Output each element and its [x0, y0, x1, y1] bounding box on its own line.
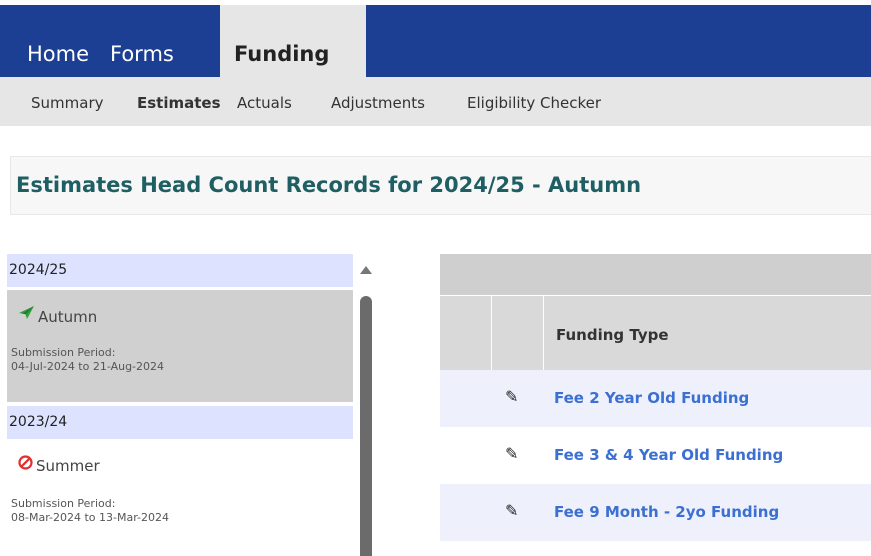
scroll-thumb[interactable]: [360, 296, 372, 556]
year-label: 2024/25: [9, 262, 68, 278]
year-header-2024: 2024/25: [7, 254, 353, 287]
subnav-actuals[interactable]: Actuals: [237, 94, 292, 112]
period-name: Summer: [36, 457, 100, 475]
period-list-scrollbar[interactable]: [357, 254, 375, 556]
submission-period-label: Submission Period:: [11, 497, 116, 510]
period-name: Autumn: [38, 308, 98, 326]
pencil-icon[interactable]: ✎: [505, 387, 518, 406]
year-label: 2023/24: [9, 414, 68, 430]
nav-forms[interactable]: Forms: [110, 42, 174, 66]
table-row: ✎ Fee 9 Month - 2yo Funding: [440, 484, 871, 541]
grid-header-cell: [492, 296, 544, 371]
page-title-bar: Estimates Head Count Records for 2024/25…: [10, 156, 871, 215]
no-entry-icon: [18, 455, 33, 474]
submission-period-label: Submission Period:: [11, 346, 116, 359]
nav-band: [0, 5, 871, 77]
funding-type-link[interactable]: Fee 3 & 4 Year Old Funding: [554, 446, 783, 464]
funding-type-header[interactable]: Funding Type: [556, 326, 669, 344]
top-navigation: Home Forms Funding: [0, 0, 871, 77]
period-item-autumn[interactable]: Autumn Submission Period: 04-Jul-2024 to…: [7, 290, 353, 402]
table-row: ✎ Fee 3 & 4 Year Old Funding: [440, 427, 871, 484]
period-list: 2024/25 Autumn Submission Period: 04-Jul…: [7, 254, 353, 556]
submission-period-dates: 04-Jul-2024 to 21-Aug-2024: [11, 360, 165, 373]
pencil-icon[interactable]: ✎: [505, 444, 518, 463]
grid-header-row: Funding Type: [440, 295, 871, 371]
subnav-eligibility-checker[interactable]: Eligibility Checker: [467, 94, 601, 112]
period-item-summer[interactable]: Summer Submission Period: 08-Mar-2024 to…: [7, 442, 353, 552]
subnav-estimates[interactable]: Estimates: [137, 94, 221, 112]
table-row: ✎ Fee 2 Year Old Funding: [440, 370, 871, 427]
plane-icon: [18, 305, 35, 324]
subnav-adjustments[interactable]: Adjustments: [331, 94, 425, 112]
grid-header-cell: [440, 296, 492, 371]
grid-toolbar: [440, 254, 871, 295]
funding-grid: Funding Type ✎ Fee 2 Year Old Funding ✎ …: [440, 254, 871, 556]
page-title: Estimates Head Count Records for 2024/25…: [16, 173, 642, 197]
sub-navigation: Summary Estimates Actuals Adjustments El…: [0, 77, 871, 126]
year-header-2023: 2023/24: [7, 406, 353, 439]
subnav-summary[interactable]: Summary: [31, 94, 104, 112]
nav-home[interactable]: Home: [27, 42, 89, 66]
funding-type-link[interactable]: Fee 9 Month - 2yo Funding: [554, 503, 779, 521]
pencil-icon[interactable]: ✎: [505, 501, 518, 520]
funding-type-link[interactable]: Fee 2 Year Old Funding: [554, 389, 749, 407]
submission-period-dates: 08-Mar-2024 to 13-Mar-2024: [11, 511, 169, 524]
nav-funding-label: Funding: [234, 42, 330, 66]
nav-funding-tab[interactable]: Funding: [220, 5, 366, 77]
scroll-up-arrow-icon[interactable]: [360, 266, 372, 274]
